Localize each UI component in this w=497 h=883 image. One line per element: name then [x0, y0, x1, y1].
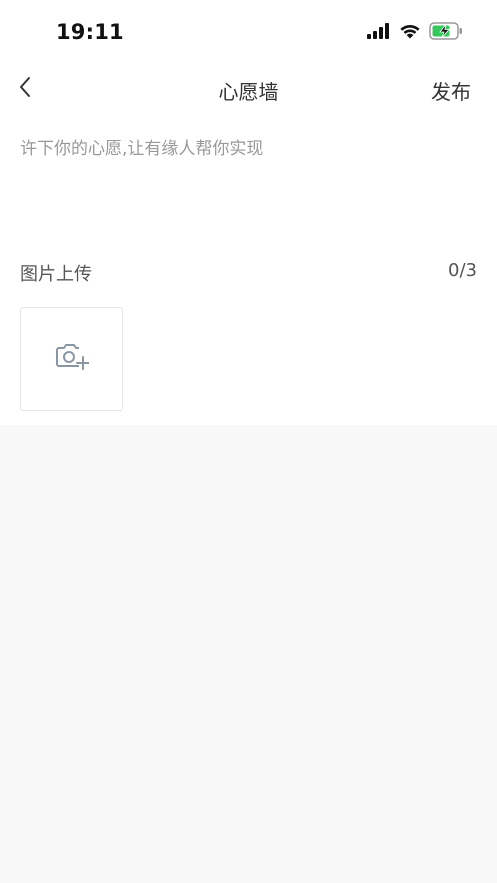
publish-button[interactable]: 发布 [431, 76, 471, 105]
battery-charging-icon [429, 22, 463, 44]
add-photo-button[interactable] [20, 307, 123, 411]
wifi-icon [399, 23, 421, 43]
signal-icon [367, 23, 391, 43]
wish-input[interactable] [20, 134, 477, 234]
upload-count: 0/3 [448, 260, 477, 281]
camera-add-icon [55, 342, 90, 376]
status-icons [367, 22, 463, 44]
upload-label: 图片上传 [20, 264, 92, 285]
nav-bar: 心愿墙 发布 [0, 64, 497, 114]
page-title: 心愿墙 [218, 80, 279, 104]
content-area: 19:11 心愿墙 发布 许下你的心愿,让有缘人帮你实现 图片上传 0/3 [0, 0, 497, 425]
status-bar: 19:11 [0, 0, 497, 64]
status-time: 19:11 [56, 20, 124, 44]
